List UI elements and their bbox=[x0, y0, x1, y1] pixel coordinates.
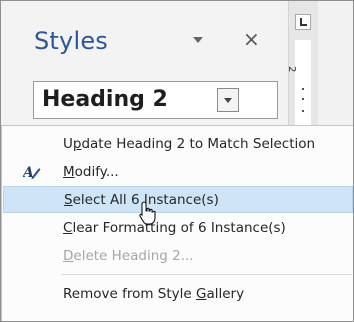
chevron-down-icon bbox=[224, 98, 232, 103]
style-combobox[interactable]: Heading 2 bbox=[33, 81, 278, 119]
style-combobox-value: Heading 2 bbox=[42, 87, 168, 112]
close-icon[interactable]: × bbox=[243, 29, 260, 49]
style-combobox-dropdown-button[interactable] bbox=[217, 88, 239, 112]
menu-item-delete-heading: Delete Heading 2... bbox=[3, 243, 353, 270]
modify-style-icon: A bbox=[21, 164, 41, 181]
ruler-tick bbox=[302, 88, 304, 90]
menu-item-label: Update Heading 2 to Match Selection bbox=[63, 136, 316, 152]
menu-item-modify[interactable]: A Modify... bbox=[3, 159, 353, 186]
ruler-strip bbox=[295, 40, 311, 126]
ruler-number: 2 bbox=[286, 66, 297, 73]
menu-item-label: Remove from Style Gallery bbox=[63, 286, 245, 302]
style-context-menu: Update Heading 2 to Match Selection A Mo… bbox=[1, 125, 353, 321]
menu-item-label: Delete Heading 2... bbox=[63, 248, 194, 264]
menu-item-remove-from-gallery[interactable]: Remove from Style Gallery bbox=[3, 281, 353, 308]
menu-item-update-heading[interactable]: Update Heading 2 to Match Selection bbox=[3, 131, 353, 158]
menu-item-select-all-instances[interactable]: Select All 6 Instance(s) bbox=[3, 186, 353, 213]
tab-selector-icon[interactable] bbox=[295, 14, 311, 30]
menu-item-label: Clear Formatting of 6 Instance(s) bbox=[63, 220, 286, 236]
ruler-tick bbox=[302, 110, 304, 112]
ruler-tick bbox=[302, 98, 304, 100]
menu-item-label: Modify... bbox=[63, 164, 119, 180]
menu-separator bbox=[62, 274, 352, 275]
mouse-pointer-icon bbox=[139, 201, 156, 225]
menu-item-clear-formatting[interactable]: Clear Formatting of 6 Instance(s) bbox=[3, 215, 353, 242]
pane-options-caret-icon[interactable] bbox=[193, 37, 203, 43]
pane-title: Styles bbox=[34, 27, 108, 55]
